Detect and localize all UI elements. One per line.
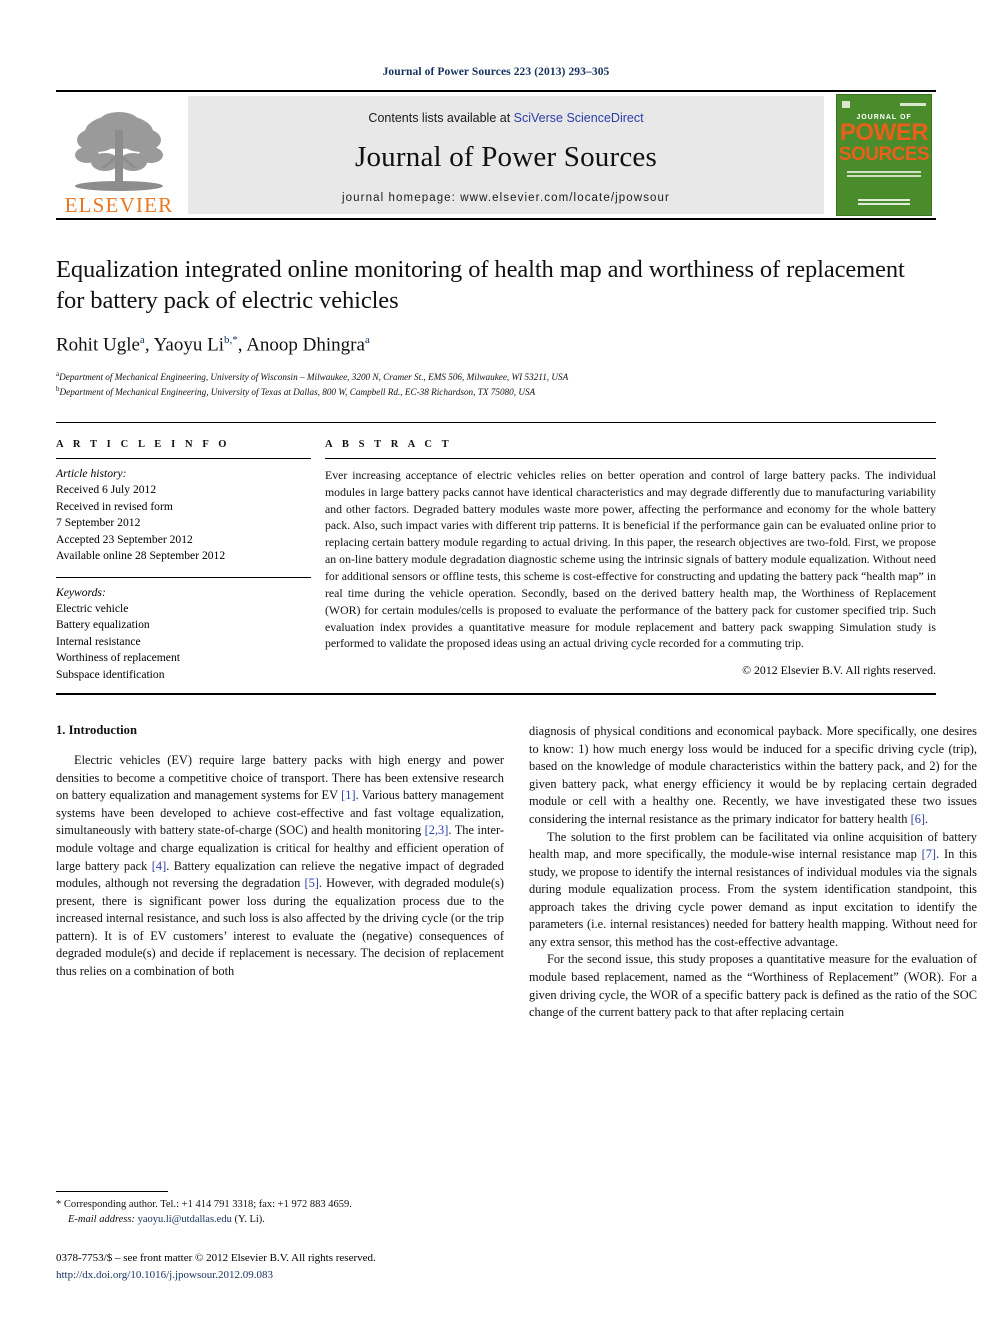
issn-line: 0378-7753/$ – see front matter © 2012 El… — [56, 1252, 376, 1264]
abstract-bottom-rule — [56, 693, 936, 696]
paragraph: Electric vehicles (EV) require large bat… — [56, 753, 505, 978]
keyword-item: Worthiness of replacement — [56, 651, 180, 665]
corresponding-author-note: * Corresponding author. Tel.: +1 414 791… — [56, 1198, 352, 1210]
article-info-heading: A R T I C L E I N F O — [56, 438, 231, 450]
keywords-block: Keywords: Electric vehicle Battery equal… — [56, 578, 311, 684]
doi-link[interactable]: http://dx.doi.org/10.1016/j.jpowsour.201… — [56, 1267, 504, 1284]
author-mark: b,* — [224, 333, 238, 346]
abstract-text: Ever increasing acceptance of electric v… — [325, 467, 936, 651]
citation-link[interactable]: [4] — [152, 859, 166, 873]
affiliation-list: aDepartment of Mechanical Engineering, U… — [56, 369, 936, 400]
author-mark: a — [139, 333, 145, 346]
body-column-left: 1. Introduction Electric vehicles (EV) r… — [56, 723, 504, 1021]
history-item: Received in revised form — [56, 499, 173, 513]
author-name: Anoop Dhingra — [246, 334, 365, 356]
paragraph: The solution to the first problem can be… — [529, 829, 977, 949]
citation-link[interactable]: [5] — [304, 876, 318, 890]
history-item: Accepted 23 September 2012 — [56, 532, 193, 546]
contents-prefix: Contents lists available at — [368, 110, 514, 125]
section-heading-introduction: 1. Introduction — [56, 723, 137, 738]
article-history-label: Article history: — [56, 466, 127, 480]
history-item: 7 September 2012 — [56, 516, 141, 530]
issn-block: 0378-7753/$ – see front matter © 2012 El… — [56, 1250, 504, 1283]
paragraph: For the second issue, this study propose… — [529, 952, 977, 1020]
cover-subtitle-lines — [847, 170, 921, 179]
abstract-copyright: © 2012 Elsevier B.V. All rights reserved… — [742, 663, 936, 678]
cover-footer-lines — [858, 199, 910, 207]
cover-topbar — [837, 101, 931, 108]
cover-issn-mark — [900, 103, 926, 106]
email-link[interactable]: yaoyu.li@utdallas.edu — [138, 1214, 232, 1225]
keyword-item: Electric vehicle — [56, 602, 129, 616]
paper-page: Journal of Power Sources 223 (2013) 293–… — [0, 0, 992, 1323]
citation-link[interactable]: [2,3] — [425, 823, 449, 837]
sciencedirect-link[interactable]: SciVerse ScienceDirect — [514, 111, 644, 125]
citation-link[interactable]: [1] — [341, 788, 355, 802]
cover-line-2: POWER — [839, 119, 929, 146]
cover-art: JOURNAL OF POWER SOURCES — [836, 94, 932, 216]
footnote-rule — [56, 1190, 168, 1192]
body-columns: 1. Introduction Electric vehicles (EV) r… — [56, 723, 977, 1021]
journal-banner: Contents lists available at SciVerse Sci… — [188, 96, 824, 214]
author-name: Rohit Ugle — [56, 334, 140, 356]
contents-line: Contents lists available at SciVerse Sci… — [368, 111, 643, 125]
author-list: Rohit Uglea, Yaoyu Lib,*, Anoop Dhingraa — [56, 333, 370, 356]
running-head: Journal of Power Sources 223 (2013) 293–… — [382, 66, 610, 78]
cover-line-3: SOURCES — [838, 143, 930, 165]
citation-link[interactable]: [7] — [922, 847, 936, 861]
body-column-right: diagnosis of physical conditions and eco… — [529, 723, 977, 1021]
affiliation-item: aDepartment of Mechanical Engineering, U… — [56, 369, 936, 384]
info-abstract-section: A R T I C L E I N F O Article history: R… — [56, 421, 936, 683]
elsevier-logo: ELSEVIER — [56, 92, 182, 218]
elsevier-wordmark: ELSEVIER — [64, 193, 174, 217]
affiliation-text: Department of Mechanical Engineering, Un… — [59, 372, 569, 383]
email-label: E-mail address: — [68, 1213, 135, 1225]
affiliation-text: Department of Mechanical Engineering, Un… — [59, 387, 536, 398]
abstract-column: A B S T R A C T Ever increasing acceptan… — [325, 439, 936, 683]
elsevier-tree-icon — [75, 112, 163, 191]
email-owner: (Y. Li). — [234, 1213, 265, 1225]
author-name: Yaoyu Li — [153, 334, 224, 356]
masthead-rule — [56, 218, 936, 220]
citation-link[interactable]: [6] — [911, 812, 925, 826]
keyword-item: Battery equalization — [56, 618, 150, 632]
journal-title: Journal of Power Sources — [355, 140, 657, 173]
paragraph: diagnosis of physical conditions and eco… — [529, 724, 977, 827]
article-info-column: A R T I C L E I N F O Article history: R… — [56, 439, 311, 683]
cover-logo-mark — [842, 101, 850, 108]
keyword-item: Subspace identification — [56, 667, 165, 681]
history-item: Received 6 July 2012 — [56, 483, 157, 497]
page-footer: * Corresponding author. Tel.: +1 414 791… — [56, 1190, 504, 1283]
author-mark: a — [364, 333, 370, 346]
history-item: Available online 28 September 2012 — [56, 549, 226, 563]
page-title: Equalization integrated online monitorin… — [56, 256, 905, 315]
journal-cover-thumbnail: JOURNAL OF POWER SOURCES — [832, 92, 936, 218]
abstract-heading: A B S T R A C T — [325, 438, 453, 450]
email-note: E-mail address: yaoyu.li@utdallas.edu (Y… — [56, 1212, 504, 1227]
journal-masthead: ELSEVIER Contents lists available at Sci… — [56, 90, 936, 218]
keyword-item: Internal resistance — [56, 634, 141, 648]
keywords-label: Keywords: — [56, 585, 106, 599]
article-history: Article history: Received 6 July 2012 Re… — [56, 459, 311, 565]
title-block: Equalization integrated online monitorin… — [56, 254, 936, 400]
affiliation-item: bDepartment of Mechanical Engineering, U… — [56, 384, 936, 399]
journal-homepage-link[interactable]: journal homepage: www.elsevier.com/locat… — [342, 192, 670, 204]
